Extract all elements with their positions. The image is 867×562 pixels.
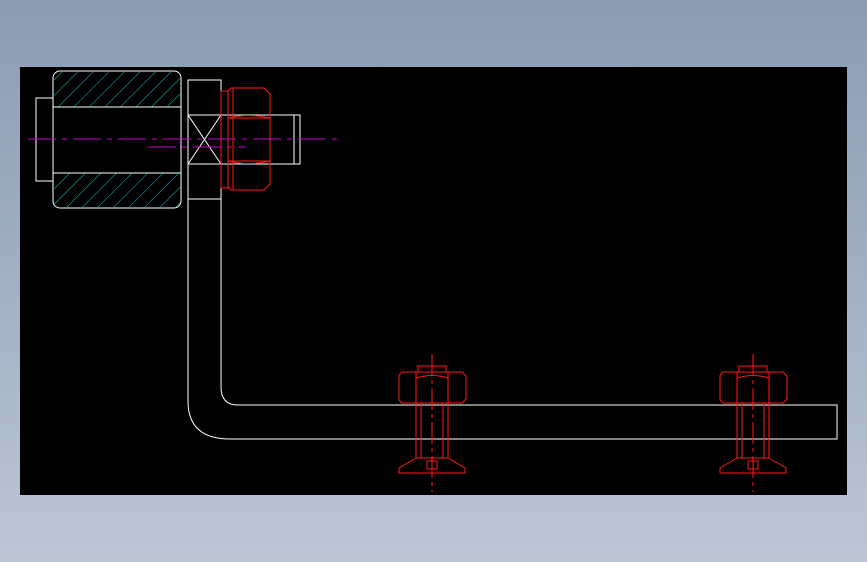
countersunk-bolt-right <box>719 354 788 492</box>
cad-drawing[interactable] <box>20 67 847 495</box>
roller-hatch-top <box>54 72 180 107</box>
cad-viewport[interactable] <box>20 67 847 495</box>
roller-hatch-bottom <box>54 173 180 207</box>
countersunk-bolt-left <box>398 354 467 492</box>
centerlines <box>28 138 342 148</box>
